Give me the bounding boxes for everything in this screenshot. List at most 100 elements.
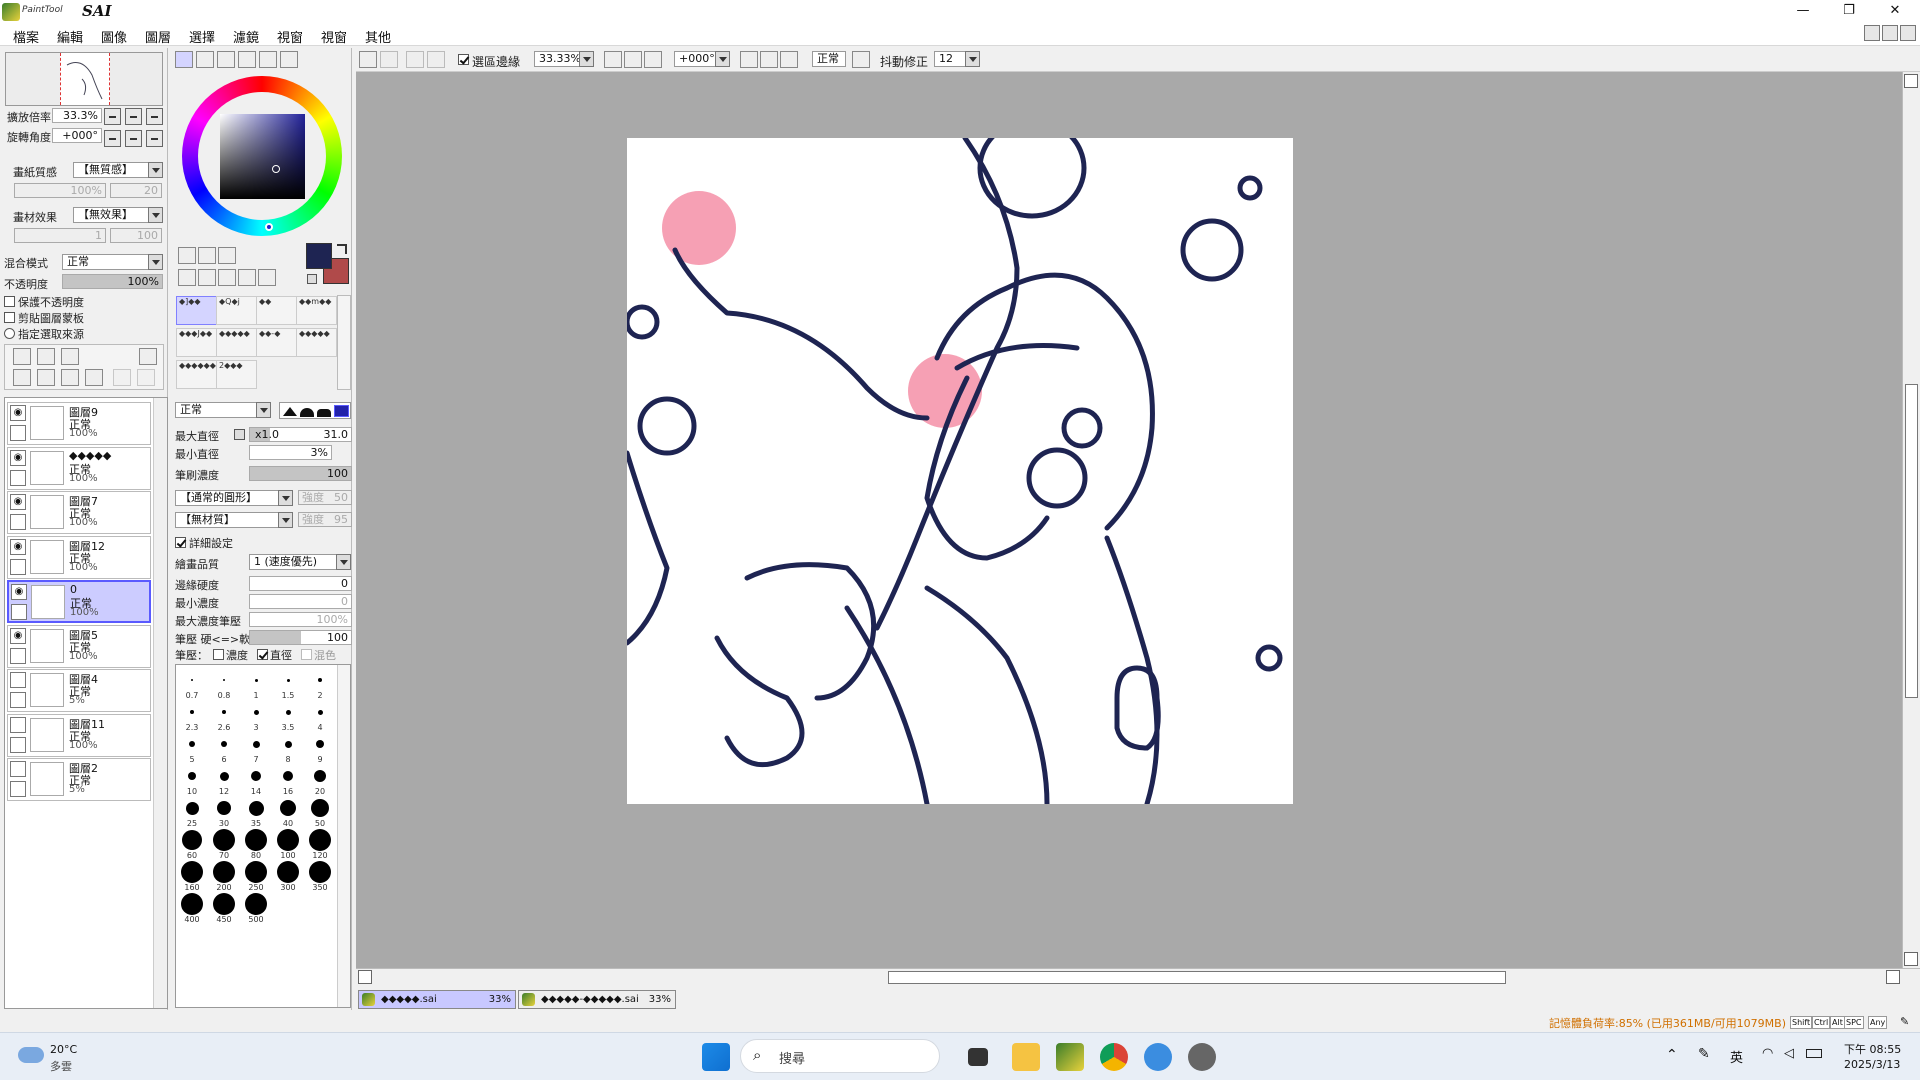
canvas-zoom-reset-icon[interactable] (644, 51, 662, 68)
horizontal-scroll-thumb[interactable] (888, 971, 1506, 984)
minimize-button[interactable]: — (1780, 0, 1826, 24)
canvas-rotate-left-icon[interactable] (740, 51, 758, 68)
layer-row[interactable]: ◉ 圖層5 正常 100% (7, 624, 151, 668)
brush-size-dot[interactable] (317, 709, 323, 715)
clear-layer-icon[interactable] (61, 369, 79, 386)
eye-icon[interactable]: ◉ (10, 449, 26, 466)
menu-window[interactable]: 視窗 (321, 27, 347, 46)
scroll-left-icon[interactable] (358, 970, 372, 984)
menu-view[interactable]: 視窗 (277, 27, 303, 46)
rgb-slider-tab-icon[interactable] (196, 51, 214, 68)
min-density-slider[interactable]: 0 (249, 594, 352, 609)
brush-size-dot[interactable] (314, 770, 326, 782)
opacity-slider[interactable]: 100% (62, 274, 163, 289)
brush-texture-select[interactable]: 【無材質】 (175, 512, 293, 528)
layer-list-scrollbar[interactable] (153, 398, 167, 1008)
pen-tray-icon[interactable]: ✎ (1698, 1046, 1710, 1062)
eyedropper-icon[interactable] (258, 269, 276, 286)
brush-size-dot[interactable] (181, 861, 203, 883)
detail-settings-checkbox[interactable] (175, 537, 186, 548)
layer-row[interactable]: ◉ 0 正常 100% (7, 580, 151, 623)
brush-tool-4[interactable]: ◆◆◆J◆◆ (176, 328, 217, 357)
swatch-tab-icon[interactable] (238, 51, 256, 68)
task-view-icon[interactable] (968, 1048, 988, 1066)
layer-row[interactable]: ◉ ◆◆◆◆◆ 正常 100% (7, 446, 151, 490)
primary-color-swatch[interactable] (306, 243, 332, 269)
menu-filter[interactable]: 濾鏡 (233, 27, 259, 46)
brush-tool-7[interactable]: ◆◆◆◆◆ (296, 328, 337, 357)
merge-down-icon[interactable] (37, 369, 55, 386)
brush-size-dot[interactable] (245, 829, 267, 851)
mdi-close-button[interactable] (1900, 25, 1916, 41)
magic-wand-icon[interactable] (218, 247, 236, 264)
redo-icon[interactable] (380, 51, 398, 68)
paper-texture-select[interactable]: 【無質感】 (73, 162, 163, 178)
color-wheel-tab-icon[interactable] (175, 51, 193, 68)
canvas-zoom-in-icon[interactable] (624, 51, 642, 68)
brush-size-dot[interactable] (189, 741, 195, 747)
layer-row[interactable]: ◉ 圖層9 正常 100% (7, 402, 151, 445)
canvas-rotate-reset-icon[interactable] (780, 51, 798, 68)
file-tab[interactable]: ◆◆◆◆◆-◆◆◆◆◆.sai 33% (518, 990, 676, 1009)
rect-select-icon[interactable] (178, 247, 196, 264)
rotate-left-button[interactable] (104, 130, 121, 147)
layer-edit-icon[interactable] (10, 469, 26, 486)
rotate-reset-button[interactable] (146, 130, 163, 147)
brush-size-dot[interactable] (222, 710, 226, 714)
canvas-mode-select[interactable]: 正常 (812, 51, 846, 67)
app-w-icon[interactable] (1144, 1043, 1172, 1071)
brush-edge-medium-icon[interactable] (300, 408, 314, 417)
hsv-slider-tab-icon[interactable] (217, 51, 235, 68)
layer-edit-icon[interactable] (10, 736, 26, 753)
taskbar-search[interactable]: ⌕ 搜尋 (740, 1039, 940, 1073)
brush-size-dot[interactable] (285, 709, 291, 715)
layer-edit-icon[interactable] (10, 647, 26, 664)
brush-size-dot[interactable] (277, 829, 299, 851)
density-slider[interactable]: 100 (249, 466, 352, 481)
brush-size-dot[interactable] (248, 800, 264, 816)
saturation-value-box[interactable] (220, 114, 305, 199)
edge-hardness-slider[interactable]: 0 (249, 576, 352, 591)
brush-size-dot[interactable] (213, 829, 235, 851)
brush-size-dot[interactable] (213, 893, 235, 915)
rotate-tool-icon[interactable] (218, 269, 236, 286)
brush-size-dot[interactable] (213, 861, 235, 883)
mdi-minimize-button[interactable] (1864, 25, 1880, 41)
brush-size-dot[interactable] (316, 740, 324, 748)
clock-time[interactable]: 下午 08:55 (1844, 1041, 1901, 1057)
menu-edit[interactable]: 編輯 (57, 27, 83, 46)
transfer-down-icon[interactable] (13, 369, 31, 386)
volume-icon[interactable]: ◁ (1784, 1046, 1794, 1061)
selection-edge-checkbox[interactable] (458, 54, 469, 65)
layer-edit-icon[interactable] (10, 514, 26, 530)
min-size-slider[interactable]: 3% (249, 445, 332, 460)
vertical-scroll-thumb[interactable] (1905, 384, 1918, 698)
tray-chevron-icon[interactable]: ⌃ (1666, 1047, 1678, 1063)
layer-row[interactable]: 圖層4 正常 5% (7, 669, 151, 712)
new-linework-layer-icon[interactable] (37, 348, 55, 365)
brush-tool-8[interactable]: ◆◆◆◆◆◆ (176, 360, 217, 389)
brush-shape-select[interactable]: 【通常的圓形】 (175, 490, 293, 506)
max-size-slider[interactable]: x1.0 31.0 (249, 427, 352, 442)
rotate-field[interactable]: +000° (52, 128, 102, 143)
eye-icon[interactable]: ◉ (10, 627, 26, 644)
weather-cloud-icon[interactable] (18, 1047, 44, 1063)
brush-size-dot[interactable] (283, 771, 293, 781)
brush-tool-9[interactable]: 2◆◆◆ (216, 360, 257, 389)
tool-grid-scrollbar[interactable] (337, 295, 351, 390)
move-icon[interactable] (178, 269, 196, 286)
eye-hidden-icon[interactable] (10, 672, 26, 688)
brush-edge-hard-icon[interactable] (283, 407, 297, 416)
brush-size-dot[interactable] (219, 771, 229, 781)
layer-edit-icon[interactable] (10, 781, 26, 797)
zoom-tool-icon[interactable] (198, 269, 216, 286)
navigator-preview[interactable] (5, 52, 163, 106)
menu-image[interactable]: 圖像 (101, 27, 127, 46)
vertical-scrollbar[interactable] (1902, 72, 1920, 968)
layer-mask-icon[interactable] (139, 348, 157, 365)
horizontal-scrollbar[interactable] (356, 968, 1920, 986)
brush-size-dot[interactable] (318, 678, 322, 682)
new-folder-icon[interactable] (61, 348, 79, 365)
max-pressure-slider[interactable]: 100% (249, 612, 352, 627)
mdi-restore-button[interactable] (1882, 25, 1898, 41)
